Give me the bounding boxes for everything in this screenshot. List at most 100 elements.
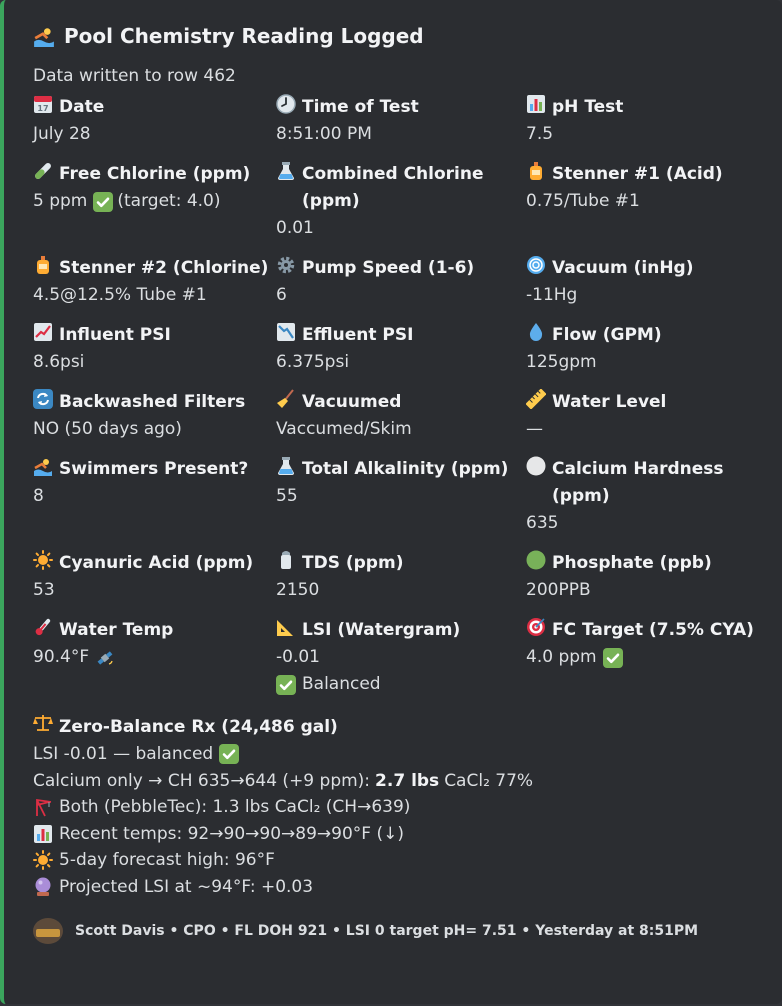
field-name: Water Level: [552, 392, 667, 412]
rx-line-text: CaCl₂ 77%: [444, 770, 534, 791]
field-name: Time of Test: [302, 97, 419, 117]
field-name: Effluent PSI: [302, 325, 414, 345]
field-pump-speed: Pump Speed (1-6) 6: [276, 255, 526, 309]
field-fc-target: FC Target (7.5% CYA) 4.0 ppm: [526, 617, 766, 698]
field-stenner-1: Stenner #1 (Acid) 0.75/Tube #1: [526, 161, 766, 242]
droplet-icon: [526, 322, 546, 342]
check-mark-icon: [93, 192, 113, 212]
field-name: Zero-Balance Rx (24,486 gal): [59, 717, 338, 737]
rx-line-text: Calcium only → CH 635→644 (+9 ppm):: [33, 770, 371, 791]
cyclone-icon: [526, 255, 546, 275]
field-value-status: Balanced: [276, 671, 526, 698]
calendar-icon: [33, 94, 53, 114]
field-flow: Flow (GPM) 125gpm: [526, 322, 766, 376]
field-value-text: 90.4°F: [33, 647, 90, 667]
field-name: Calcium Hardness (ppm): [552, 459, 724, 506]
field-value: 125gpm: [526, 352, 597, 372]
rx-line-forecast: 5-day forecast high: 96°F: [33, 847, 766, 874]
sun-icon: [33, 550, 53, 570]
field-value: 53: [33, 580, 55, 600]
target-icon: [526, 617, 546, 637]
check-mark-icon: [219, 744, 239, 764]
field-value-text: Balanced: [302, 674, 381, 694]
embed-card: Pool Chemistry Reading Logged Data writt…: [0, 0, 782, 1004]
rx-line-text: Both (PebbleTec): 1.3 lbs CaCl₂ (CH→639): [59, 797, 411, 817]
crane-icon: [33, 797, 53, 817]
rx-line-calcium: Calcium only → CH 635→644 (+9 ppm): 2.7 l…: [33, 768, 766, 795]
field-name: Stenner #1 (Acid): [552, 164, 723, 184]
field-name: Free Chlorine (ppm): [59, 164, 251, 184]
clock-icon: [276, 94, 296, 114]
field-name: Date: [59, 97, 105, 117]
field-value: 55: [276, 486, 298, 506]
bar-chart-icon: [526, 94, 546, 114]
field-name: Total Alkalinity (ppm): [302, 459, 509, 479]
field-value: -0.01: [276, 647, 320, 667]
field-name: TDS (ppm): [302, 553, 404, 573]
field-phosphate: Phosphate (ppb) 200PPB: [526, 550, 766, 604]
field-ph-test: pH Test 7.5: [526, 94, 766, 148]
field-lsi-watergram: LSI (Watergram) -0.01 Balanced: [276, 617, 526, 698]
field-name: Combined Chlorine (ppm): [302, 164, 484, 211]
field-value-suffix: (target: 4.0): [117, 191, 221, 211]
field-vacuumed: Vacuumed Vaccumed/Skim: [276, 389, 526, 443]
rx-line-lsi: LSI -0.01 — balanced: [33, 741, 766, 768]
field-name: Vacuumed: [302, 392, 402, 412]
field-value: 90.4°F: [33, 644, 276, 671]
field-value: 635: [526, 513, 559, 533]
field-value: 5 ppm (target: 4.0): [33, 188, 276, 215]
rx-line-bold: 2.7 lbs: [375, 770, 440, 791]
field-value: -11Hg: [526, 285, 578, 305]
field-value: July 28: [33, 124, 91, 144]
broom-icon: [276, 389, 296, 409]
flask-icon: [276, 161, 296, 181]
field-name: Stenner #2 (Chlorine): [59, 258, 269, 278]
rx-line-both: Both (PebbleTec): 1.3 lbs CaCl₂ (CH→639): [33, 794, 766, 821]
flask-icon: [276, 456, 296, 476]
field-name: Phosphate (ppb): [552, 553, 712, 573]
field-total-alkalinity: Total Alkalinity (ppm) 55: [276, 456, 526, 537]
field-water-temp: Water Temp 90.4°F: [33, 617, 276, 698]
field-name: Cyanuric Acid (ppm): [59, 553, 254, 573]
zero-balance-rx-field: Zero-Balance Rx (24,486 gal) LSI -0.01 —…: [33, 713, 766, 900]
field-value: 8.6psi: [33, 352, 85, 372]
field-name: Pump Speed (1-6): [302, 258, 475, 278]
rx-line-text: Projected LSI at ~94°F: +0.03: [59, 876, 314, 897]
triangle-ruler-icon: [276, 617, 296, 637]
rx-line-text: Recent temps: 92→90→90→89→90°F (↓): [59, 823, 404, 844]
field-time-of-test: Time of Test 8:51:00 PM: [276, 94, 526, 148]
field-stenner-2: Stenner #2 (Chlorine) 4.5@12.5% Tube #1: [33, 255, 276, 309]
field-name: LSI (Watergram): [302, 620, 461, 640]
embed-title-text: Pool Chemistry Reading Logged: [64, 24, 424, 48]
white-circle-icon: [526, 456, 546, 476]
swimmer-icon: [33, 25, 55, 47]
field-value: —: [526, 419, 543, 439]
check-mark-icon: [276, 675, 296, 695]
field-value: 0.75/Tube #1: [526, 191, 640, 211]
field-vacuum: Vacuum (inHg) -11Hg: [526, 255, 766, 309]
bottle-icon: [526, 161, 546, 181]
field-combined-chlorine: Combined Chlorine (ppm) 0.01: [276, 161, 526, 242]
rx-line-projected-lsi: Projected LSI at ~94°F: +0.03: [33, 874, 766, 901]
field-value: 200PPB: [526, 580, 591, 600]
bar-chart-icon: [33, 824, 53, 844]
field-tds: TDS (ppm) 2150: [276, 550, 526, 604]
field-cyanuric-acid: Cyanuric Acid (ppm) 53: [33, 550, 276, 604]
green-circle-icon: [526, 550, 546, 570]
rx-line-text: 5-day forecast high: 96°F: [59, 850, 275, 870]
swimmer-icon: [33, 456, 53, 476]
balance-scale-icon: [33, 713, 53, 733]
field-value: NO (50 days ago): [33, 419, 182, 439]
field-name: Vacuum (inHg): [552, 258, 694, 278]
rx-line-text: LSI -0.01 — balanced: [33, 744, 214, 764]
field-effluent-psi: Effluent PSI 6.375psi: [276, 322, 526, 376]
field-value: 4.5@12.5% Tube #1: [33, 285, 207, 305]
field-value: Vaccumed/Skim: [276, 419, 412, 439]
gear-icon: [276, 255, 296, 275]
field-water-level: Water Level —: [526, 389, 766, 443]
bottle-icon: [33, 255, 53, 275]
rx-line-recent-temps: Recent temps: 92→90→90→89→90°F (↓): [33, 821, 766, 848]
field-value-text: 5 ppm: [33, 191, 88, 211]
ruler-icon: [526, 389, 546, 409]
field-calcium-hardness: Calcium Hardness (ppm) 635: [526, 456, 766, 537]
